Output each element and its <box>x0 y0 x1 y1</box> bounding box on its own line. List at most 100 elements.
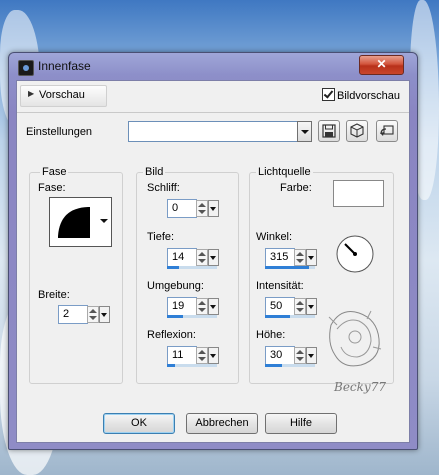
title-bar: Innenfase ✕ <box>9 53 417 79</box>
lace-ornament-icon <box>328 310 382 367</box>
divider <box>17 112 409 113</box>
width-value: 2 <box>63 308 70 320</box>
umgebung-slider-dropdown[interactable] <box>208 298 219 315</box>
reflexion-slider-dropdown[interactable] <box>208 347 219 364</box>
tiefe-value: 14 <box>172 251 185 263</box>
umgebung-field[interactable]: 19 <box>167 297 197 316</box>
winkel-field[interactable]: 315 <box>265 248 295 267</box>
bild-group-title: Bild <box>143 166 166 178</box>
tiefe-label: Tiefe: <box>147 231 175 243</box>
reset-icon <box>380 125 394 136</box>
bevel-shape-preview[interactable] <box>49 197 99 247</box>
schliff-label: Schliff: <box>147 182 180 194</box>
tiefe-level-fill <box>167 266 179 269</box>
angle-dial[interactable] <box>334 233 376 275</box>
watermark-signature: Becky77 <box>334 380 386 394</box>
image-preview-label: Bildvorschau <box>337 90 400 102</box>
chevron-down-icon <box>301 130 309 134</box>
app-icon <box>18 60 34 76</box>
tiefe-field[interactable]: 14 <box>167 248 197 267</box>
reflexion-value: 11 <box>172 349 184 361</box>
winkel-label: Winkel: <box>256 231 293 243</box>
hoehe-value: 30 <box>270 349 283 361</box>
chevron-down-icon <box>308 256 314 260</box>
tiefe-spinner[interactable]: 14 <box>167 248 219 269</box>
hoehe-label: Höhe: <box>256 329 286 341</box>
hoehe-field[interactable]: 30 <box>265 346 295 365</box>
save-settings-button[interactable] <box>318 120 340 142</box>
chevron-down-icon <box>210 207 216 211</box>
spin-arrows-icon[interactable] <box>294 347 306 364</box>
preview-toggle[interactable]: ▶ Vorschau <box>20 85 107 107</box>
save-icon <box>322 124 336 138</box>
intensitaet-level-bar <box>265 315 315 318</box>
intensitaet-spinner[interactable]: 50 <box>265 297 317 318</box>
spin-arrows-icon[interactable] <box>294 249 306 266</box>
image-preview-checkbox[interactable]: Bildvorschau <box>322 88 400 102</box>
umgebung-label: Umgebung: <box>147 280 204 292</box>
tiefe-slider-dropdown[interactable] <box>208 249 219 266</box>
close-button[interactable]: ✕ <box>359 55 404 75</box>
chevron-down-icon <box>100 219 108 223</box>
tiefe-level-bar <box>167 266 217 269</box>
schliff-spinner[interactable]: 0 <box>167 199 219 220</box>
preview-toggle-label: Vorschau <box>39 89 85 101</box>
reset-settings-button[interactable] <box>376 120 398 142</box>
schliff-field[interactable]: 0 <box>167 199 197 218</box>
reflexion-level-fill <box>167 364 175 367</box>
intensitaet-level-fill <box>265 315 290 318</box>
bevel-shape-icon <box>58 207 90 238</box>
schliff-slider-dropdown[interactable] <box>208 200 219 217</box>
reflexion-label: Reflexion: <box>147 329 196 341</box>
spin-arrows-icon[interactable] <box>196 298 208 315</box>
chevron-down-icon <box>210 305 216 309</box>
intensitaet-slider-dropdown[interactable] <box>306 298 317 315</box>
intensitaet-value: 50 <box>270 300 283 312</box>
expand-arrow-icon: ▶ <box>28 89 35 98</box>
lichtquelle-group-title: Lichtquelle <box>256 166 313 178</box>
width-slider-dropdown[interactable] <box>99 306 110 323</box>
winkel-slider-dropdown[interactable] <box>306 249 317 266</box>
umgebung-level-fill <box>167 315 183 318</box>
width-label: Breite: <box>38 289 70 301</box>
chevron-down-icon <box>308 305 314 309</box>
bevel-shape-dropdown[interactable] <box>97 197 112 247</box>
spin-arrows-icon[interactable] <box>294 298 306 315</box>
cube-icon <box>350 123 364 138</box>
spin-arrows-icon[interactable] <box>196 200 208 217</box>
fase-group-title: Fase <box>40 166 69 178</box>
presets-button[interactable] <box>346 120 368 142</box>
ok-button[interactable]: OK <box>103 413 175 434</box>
reflexion-spinner[interactable]: 11 <box>167 346 219 367</box>
help-button[interactable]: Hilfe <box>265 413 337 434</box>
cancel-button[interactable]: Abbrechen <box>186 413 258 434</box>
winkel-spinner[interactable]: 315 <box>265 248 317 269</box>
umgebung-level-bar <box>167 315 217 318</box>
umgebung-value: 19 <box>172 300 185 312</box>
hoehe-level-bar <box>265 364 315 367</box>
chevron-down-icon <box>210 354 216 358</box>
hoehe-spinner[interactable]: 30 <box>265 346 317 367</box>
close-icon: ✕ <box>376 57 387 71</box>
intensitaet-field[interactable]: 50 <box>265 297 295 316</box>
dialog-title: Innenfase <box>38 59 91 73</box>
reflexion-field[interactable]: 11 <box>167 346 197 365</box>
umgebung-spinner[interactable]: 19 <box>167 297 219 318</box>
angle-dial-icon <box>336 235 374 273</box>
width-spinner[interactable]: 2 <box>58 305 110 326</box>
winkel-value: 315 <box>270 251 289 263</box>
reflexion-level-bar <box>167 364 217 367</box>
schliff-value: 0 <box>172 202 179 214</box>
chevron-down-icon <box>308 354 314 358</box>
settings-dropdown-button[interactable] <box>297 121 312 142</box>
light-color-swatch[interactable] <box>333 180 384 207</box>
farbe-label: Farbe: <box>280 182 312 194</box>
settings-combobox[interactable] <box>128 121 311 142</box>
spin-arrows-icon[interactable] <box>196 249 208 266</box>
intensitaet-label: Intensität: <box>256 280 304 292</box>
hoehe-level-fill <box>265 364 282 367</box>
spin-arrows-icon[interactable] <box>196 347 208 364</box>
width-field[interactable]: 2 <box>58 305 88 324</box>
hoehe-slider-dropdown[interactable] <box>306 347 317 364</box>
spin-arrows-icon[interactable] <box>87 306 99 323</box>
